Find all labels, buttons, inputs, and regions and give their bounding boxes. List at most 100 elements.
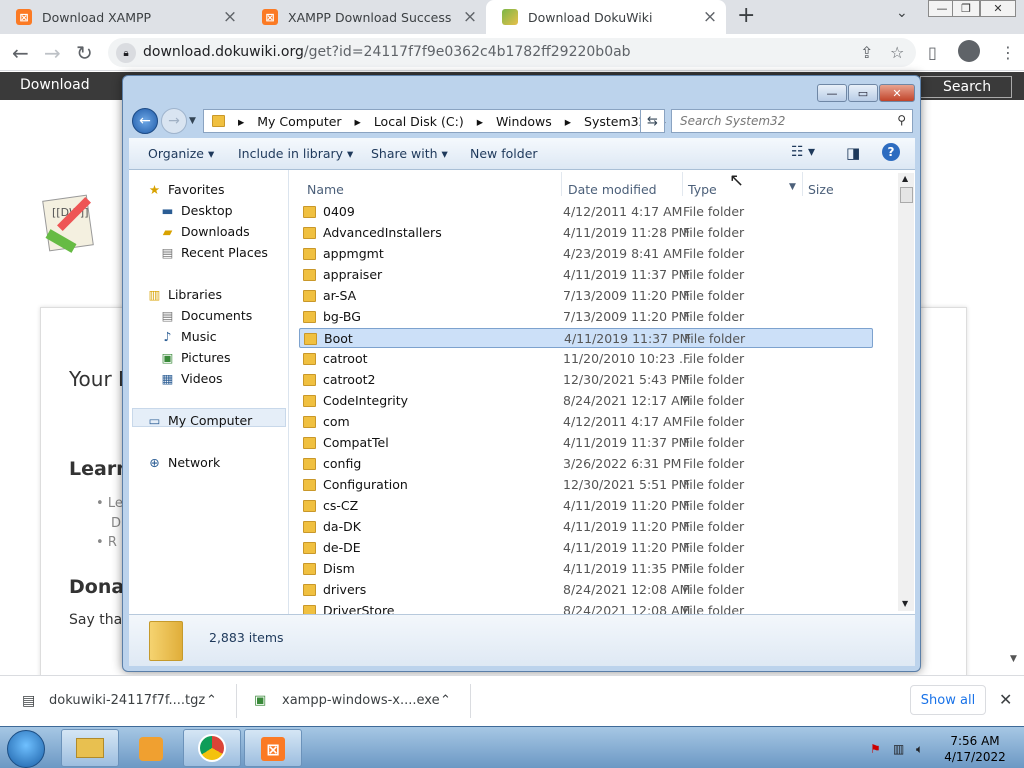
- column-header-size[interactable]: Size: [808, 182, 834, 197]
- forward-button[interactable]: →: [161, 108, 187, 134]
- chevron-up-icon[interactable]: ⌃: [206, 693, 217, 708]
- column-header-name[interactable]: Name: [307, 182, 344, 197]
- site-search-button[interactable]: Search: [920, 76, 1012, 98]
- close-window-icon[interactable]: ✕: [879, 84, 915, 102]
- close-icon[interactable]: ×: [220, 7, 240, 27]
- breadcrumb-arrow[interactable]: ▸: [477, 114, 483, 129]
- preview-pane-icon[interactable]: ◨: [846, 144, 860, 162]
- download-item-xampp[interactable]: xampp-windows-x....exe: [282, 693, 440, 708]
- column-divider[interactable]: [802, 172, 803, 196]
- table-row[interactable]: cs-CZ 4/11/2019 11:20 PM File folder: [299, 496, 873, 516]
- table-row[interactable]: Dism 4/11/2019 11:35 PM File folder: [299, 559, 873, 579]
- reload-icon[interactable]: ↻: [76, 41, 93, 65]
- chevron-down-icon[interactable]: ⌄: [896, 5, 908, 21]
- system-clock[interactable]: 7:56 AM 4/17/2022: [940, 733, 1010, 765]
- list-item-text[interactable]: Le: [108, 496, 123, 511]
- breadcrumb-local-disk[interactable]: Local Disk (C:): [374, 114, 464, 129]
- share-with-button[interactable]: Share with ▾: [371, 146, 448, 161]
- back-arrow-icon[interactable]: ←: [12, 41, 29, 65]
- table-row[interactable]: CompatTel 4/11/2019 11:37 PM File folder: [299, 433, 873, 453]
- breadcrumb-arrow[interactable]: ▸: [238, 114, 244, 129]
- column-filter-dropdown-icon[interactable]: ▼: [789, 182, 796, 192]
- help-icon[interactable]: ?: [882, 143, 900, 161]
- maximize-icon[interactable]: ▭: [848, 84, 878, 102]
- table-row[interactable]: appmgmt 4/23/2019 8:41 AM File folder: [299, 244, 873, 264]
- new-folder-button[interactable]: New folder: [470, 146, 538, 161]
- table-row[interactable]: config 3/26/2022 6:31 PM File folder: [299, 454, 873, 474]
- table-row[interactable]: catroot2 12/30/2021 5:43 PM File folder: [299, 370, 873, 390]
- nav-videos[interactable]: ▦ Videos: [160, 371, 223, 386]
- search-input[interactable]: Search System32 ⚲: [671, 109, 913, 133]
- recent-pages-dropdown-icon[interactable]: ▼: [189, 116, 196, 126]
- taskbar-media-player-button[interactable]: [122, 729, 180, 767]
- nav-recent-places[interactable]: ▤ Recent Places: [160, 245, 268, 260]
- nav-desktop[interactable]: ▬ Desktop: [160, 203, 233, 218]
- column-divider[interactable]: [682, 172, 683, 196]
- profile-avatar[interactable]: [958, 40, 980, 62]
- nav-downloads[interactable]: ▰ Downloads: [160, 224, 250, 239]
- tab-download-xampp[interactable]: ⊠ Download XAMPP ×: [0, 0, 246, 34]
- nav-pictures[interactable]: ▣ Pictures: [160, 350, 231, 365]
- table-row[interactable]: AdvancedInstallers 4/11/2019 11:28 PM File…: [299, 223, 873, 243]
- lock-icon[interactable]: 🔒︎: [116, 43, 136, 63]
- close-icon[interactable]: ✕: [999, 690, 1012, 709]
- view-options-icon[interactable]: ☷ ▾: [791, 144, 815, 160]
- show-all-button[interactable]: Show all: [910, 685, 986, 715]
- column-header-date[interactable]: Date modified: [568, 182, 657, 197]
- action-center-flag-icon[interactable]: ⚑: [870, 742, 881, 756]
- search-icon[interactable]: ⚲: [897, 113, 906, 127]
- table-row[interactable]: CodeIntegrity 8/24/2021 12:17 AM File fold…: [299, 391, 873, 411]
- start-button[interactable]: [7, 730, 45, 768]
- scroll-down-arrow-icon[interactable]: ▼: [1010, 654, 1017, 664]
- breadcrumb-my-computer[interactable]: My Computer: [257, 114, 341, 129]
- organize-button[interactable]: Organize ▾: [148, 146, 214, 161]
- table-row[interactable]: com 4/12/2011 4:17 AM File folder: [299, 412, 873, 432]
- vertical-scrollbar[interactable]: ▲ ▼: [898, 173, 914, 611]
- table-row[interactable]: ar-SA 7/13/2009 11:20 PM File folder: [299, 286, 873, 306]
- table-row[interactable]: 0409 4/12/2011 4:17 AM File folder: [299, 202, 873, 222]
- scroll-down-arrow-icon[interactable]: ▼: [902, 599, 908, 608]
- nav-favorites[interactable]: ★ Favorites: [147, 182, 225, 197]
- share-icon[interactable]: ⇪: [860, 43, 873, 62]
- breadcrumb-arrow[interactable]: ▸: [355, 114, 361, 129]
- forward-arrow-icon[interactable]: →: [44, 41, 61, 65]
- volume-icon[interactable]: 🔈︎: [916, 742, 923, 757]
- restore-icon[interactable]: ❐: [952, 0, 980, 17]
- table-row[interactable]: da-DK 4/11/2019 11:20 PM File folder: [299, 517, 873, 537]
- tab-download-dokuwiki[interactable]: Download DokuWiki ×: [486, 0, 726, 34]
- list-item-text[interactable]: R: [108, 535, 117, 550]
- include-in-library-button[interactable]: Include in library ▾: [238, 146, 353, 161]
- side-panel-icon[interactable]: ▯: [928, 43, 937, 62]
- taskbar-explorer-button[interactable]: [61, 729, 119, 767]
- network-tray-icon[interactable]: ▥: [893, 742, 904, 756]
- address-breadcrumb-bar[interactable]: ▸ My Computer ▸ Local Disk (C:) ▸ Window…: [203, 109, 666, 133]
- table-row[interactable]: drivers 8/24/2021 12:08 AM File folder: [299, 580, 873, 600]
- breadcrumb-windows[interactable]: Windows: [496, 114, 552, 129]
- nav-music[interactable]: ♪ Music: [160, 329, 217, 344]
- nav-libraries[interactable]: ▥ Libraries: [147, 287, 222, 302]
- minimize-icon[interactable]: —: [817, 84, 847, 102]
- menu-icon[interactable]: ⋮: [1000, 43, 1016, 62]
- scrollbar-thumb[interactable]: [900, 187, 913, 203]
- table-row[interactable]: Boot 4/11/2019 11:37 PM File folder: [299, 328, 873, 348]
- column-header-type[interactable]: Type: [688, 182, 717, 197]
- close-window-icon[interactable]: ✕: [980, 0, 1016, 17]
- new-tab-icon[interactable]: +: [737, 3, 755, 28]
- table-row[interactable]: de-DE 4/11/2019 11:20 PM File folder: [299, 538, 873, 558]
- scroll-up-arrow-icon[interactable]: ▲: [902, 174, 908, 183]
- table-row[interactable]: catroot 11/20/2010 10:23 ... File folder: [299, 349, 873, 369]
- breadcrumb-system32[interactable]: System32: [584, 114, 647, 129]
- back-button[interactable]: ←: [132, 108, 158, 134]
- nav-download-link[interactable]: Download: [20, 77, 90, 93]
- close-icon[interactable]: ×: [460, 7, 480, 27]
- column-divider[interactable]: [561, 172, 562, 196]
- address-bar[interactable]: 🔒︎ download.dokuwiki.org/get?id=24117f7f…: [108, 38, 916, 67]
- table-row[interactable]: appraiser 4/11/2019 11:37 PM File folder: [299, 265, 873, 285]
- table-row[interactable]: Configuration 12/30/2021 5:51 PM File fold…: [299, 475, 873, 495]
- taskbar-xampp-button[interactable]: ⊠: [244, 729, 302, 767]
- taskbar-chrome-button[interactable]: [183, 729, 241, 767]
- breadcrumb-arrow[interactable]: ▸: [565, 114, 571, 129]
- nav-my-computer[interactable]: ▭ My Computer: [147, 413, 253, 428]
- star-icon[interactable]: ☆: [890, 43, 904, 62]
- close-icon[interactable]: ×: [700, 7, 720, 27]
